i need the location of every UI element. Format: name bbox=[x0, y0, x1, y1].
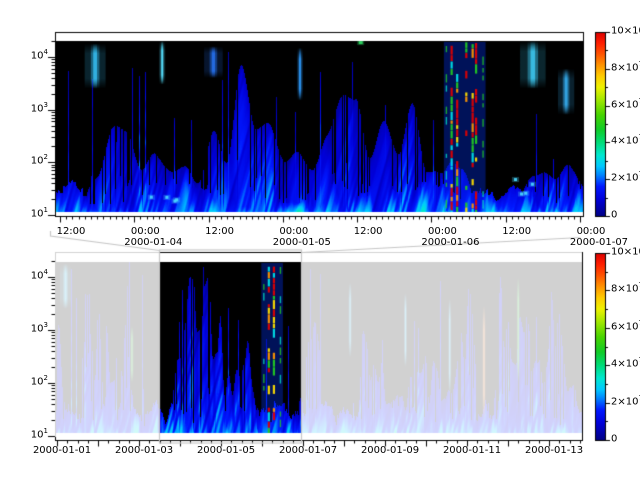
top-colorbar-label: 8×107 bbox=[611, 61, 640, 74]
bottom-x-tick-date: 2000-01-13 bbox=[525, 444, 583, 457]
date-label: 2000-01-06 bbox=[421, 237, 479, 248]
mantissa: 10 bbox=[31, 429, 44, 440]
mantissa: 10 bbox=[31, 103, 44, 114]
date-label: 2000-01-11 bbox=[443, 445, 501, 456]
plot-window: 12:0000:002000-01-0412:0000:002000-01-05… bbox=[0, 0, 640, 480]
time-label: 12:00 bbox=[57, 226, 86, 237]
mantissa: 10 bbox=[31, 323, 44, 334]
value: 0 bbox=[611, 209, 617, 220]
bottom-colorbar-label: 4×107 bbox=[611, 357, 640, 370]
exponent: 2 bbox=[44, 374, 48, 382]
bottom-colorbar-label: 2×107 bbox=[611, 395, 640, 408]
exponent: 4 bbox=[44, 48, 48, 56]
mantissa: 10 bbox=[31, 50, 44, 61]
date-label: 2000-01-05 bbox=[273, 237, 331, 248]
bottom-x-tick-date: 2000-01-07 bbox=[279, 444, 337, 457]
exponent: 3 bbox=[44, 321, 48, 329]
exponent: 2 bbox=[44, 153, 48, 161]
top-x-tick-date: 2000-01-06 bbox=[421, 236, 479, 249]
bottom-x-tick-date: 2000-01-11 bbox=[443, 444, 501, 457]
top-x-tick-date: 2000-01-05 bbox=[273, 236, 331, 249]
mantissa: 10 bbox=[31, 270, 44, 281]
top-colorbar-label: 0 bbox=[611, 208, 617, 221]
top-x-tick-time: 12:00 bbox=[502, 225, 531, 238]
exponent: 1 bbox=[44, 206, 48, 214]
bottom-colorbar-label: 6×107 bbox=[611, 320, 640, 333]
date-label: 2000-01-03 bbox=[115, 445, 173, 456]
time-label: 12:00 bbox=[205, 226, 234, 237]
top-y-tick-label: 101 bbox=[31, 207, 48, 220]
exponent: 4 bbox=[44, 268, 48, 276]
bottom-x-tick-date: 2000-01-03 bbox=[115, 444, 173, 457]
top-colorbar-label: 10×107 bbox=[611, 24, 640, 37]
top-x-tick-date: 2000-01-04 bbox=[124, 236, 182, 249]
value: 0 bbox=[611, 433, 617, 444]
bottom-y-tick-label: 103 bbox=[31, 322, 48, 335]
bottom-x-tick-date: 2000-01-01 bbox=[33, 444, 91, 457]
top-colorbar-label: 4×107 bbox=[611, 134, 640, 147]
top-y-tick-label: 102 bbox=[31, 154, 48, 167]
top-y-tick-label: 103 bbox=[31, 102, 48, 115]
top-colorbar-label: 6×107 bbox=[611, 98, 640, 111]
time-label: 12:00 bbox=[354, 226, 383, 237]
value: 6×10 bbox=[611, 99, 638, 110]
date-label: 2000-01-04 bbox=[124, 237, 182, 248]
value: 8×10 bbox=[611, 62, 638, 73]
value: 4×10 bbox=[611, 359, 638, 370]
mantissa: 10 bbox=[31, 156, 44, 167]
top-x-tick-time: 12:00 bbox=[205, 225, 234, 238]
top-x-tick-time: 12:00 bbox=[354, 225, 383, 238]
date-label: 2000-01-13 bbox=[525, 445, 583, 456]
date-label: 2000-01-05 bbox=[197, 445, 255, 456]
value: 2×10 bbox=[611, 396, 638, 407]
value: 2×10 bbox=[611, 173, 638, 184]
top-colorbar-label: 2×107 bbox=[611, 171, 640, 184]
bottom-colorbar-label: 10×107 bbox=[611, 245, 640, 258]
bottom-colorbar-label: 8×107 bbox=[611, 282, 640, 295]
mantissa: 10 bbox=[31, 208, 44, 219]
exponent: 3 bbox=[44, 101, 48, 109]
bottom-y-tick-label: 104 bbox=[31, 269, 48, 282]
top-y-tick-label: 104 bbox=[31, 49, 48, 62]
bottom-y-tick-label: 102 bbox=[31, 375, 48, 388]
bottom-y-tick-label: 101 bbox=[31, 428, 48, 441]
date-label: 2000-01-09 bbox=[361, 445, 419, 456]
top-x-tick-time: 12:00 bbox=[57, 225, 86, 238]
bottom-x-tick-date: 2000-01-05 bbox=[197, 444, 255, 457]
date-label: 2000-01-01 bbox=[33, 445, 91, 456]
value: 6×10 bbox=[611, 321, 638, 332]
date-label: 2000-01-07 bbox=[279, 445, 337, 456]
exponent: 1 bbox=[44, 427, 48, 435]
value: 8×10 bbox=[611, 284, 638, 295]
value: 10×10 bbox=[611, 25, 640, 36]
bottom-x-tick-date: 2000-01-09 bbox=[361, 444, 419, 457]
time-label: 12:00 bbox=[502, 226, 531, 237]
mantissa: 10 bbox=[31, 376, 44, 387]
bottom-colorbar-label: 0 bbox=[611, 432, 617, 445]
value: 4×10 bbox=[611, 136, 638, 147]
value: 10×10 bbox=[611, 246, 640, 257]
